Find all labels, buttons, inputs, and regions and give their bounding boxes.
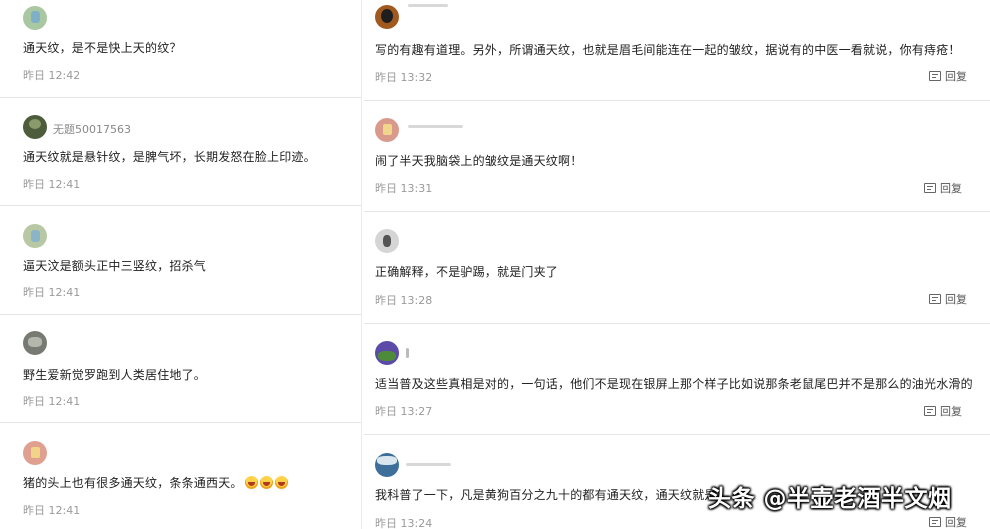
comment-item: 无题50017563 通天纹就是悬针纹，是脾气坏，长期发怒在脸上印迹。 昨日 1… [0,98,361,206]
laughing-face-icon [244,476,258,489]
avatar[interactable] [375,5,399,29]
left-comment-column: 通天纹，是不是快上天的纹？ 昨日 12:42 无题50017563 通天纹就是悬… [0,0,362,529]
comment-text-content: 猪的头上也有很多通天纹，条条通西天。 [23,476,243,490]
reply-button[interactable]: 回复 [924,180,962,196]
avatar[interactable] [23,441,47,465]
comment-text: 野生爱新觉罗跑到人类居住地了。 [23,368,207,382]
comment-text: 适当普及这些真相是对的，一句话，他们不是现在银屏上那个样子比如说那条老鼠尾巴并不… [375,377,973,391]
avatar[interactable] [23,224,47,248]
comment-time: 昨日 12:41 [23,504,81,517]
username-redacted [408,125,463,128]
comment-reply-icon [929,294,941,304]
comment-reply-icon [929,71,941,81]
comment-time: 昨日 12:42 [23,69,81,82]
comment-time: 昨日 13:27 [375,405,433,418]
reply-label: 回复 [940,405,962,418]
reply-label: 回复 [945,293,967,306]
comment-reply-icon [924,183,936,193]
laughing-face-icon [274,476,288,489]
comment-time: 昨日 12:41 [23,286,81,299]
comment-text: 通天纹，是不是快上天的纹？ [23,41,182,55]
comment-time: 昨日 13:32 [375,71,433,84]
username-redacted [406,463,451,466]
comment-item: 闹了半天我脑袋上的皱纹是通天纹啊！ 昨日 13:31 回复 [364,101,990,212]
avatar[interactable] [375,341,399,365]
username-redacted [406,348,409,358]
comment-item: 逼天汶是额头正中三竖纹，招杀气 昨日 12:41 [0,206,361,315]
comment-username[interactable]: 无题50017563 [53,121,131,137]
laughing-face-icon [259,476,273,489]
avatar[interactable] [375,229,399,253]
watermark: 头条 @半壶老酒半文烟 [708,486,952,512]
comment-reply-icon [924,406,936,416]
comment-item: 写的有趣有道理。另外，所谓通天纹，也就是眉毛间能连在一起的皱纹，据说有的中医一看… [364,0,990,101]
reply-label: 回复 [940,182,962,195]
reply-button[interactable]: 回复 [929,68,967,84]
reply-button[interactable]: 回复 [924,403,962,419]
comment-time: 昨日 13:28 [375,294,433,307]
avatar[interactable] [23,331,47,355]
comment-item: 正确解释，不是驴踢，就是门夹了 昨日 13:28 回复 [364,212,990,324]
avatar[interactable] [23,115,47,139]
comment-item: 适当普及这些真相是对的，一句话，他们不是现在银屏上那个样子比如说那条老鼠尾巴并不… [364,324,990,435]
comment-text: 我科普了一下，凡是黄狗百分之九十的都有通天纹，通天纹就是 [375,488,717,502]
username-redacted [408,4,448,7]
comment-item: 猪的头上也有很多通天纹，条条通西天。 昨日 12:41 [0,423,361,529]
comment-text: 逼天汶是额头正中三竖纹，招杀气 [23,259,207,273]
avatar[interactable] [375,118,399,142]
comment-text: 闹了半天我脑袋上的皱纹是通天纹啊！ [375,154,583,168]
comment-text: 通天纹就是悬针纹，是脾气坏，长期发怒在脸上印迹。 [23,150,316,164]
right-comment-column: 写的有趣有道理。另外，所谓通天纹，也就是眉毛间能连在一起的皱纹，据说有的中医一看… [364,0,990,529]
comment-text: 猪的头上也有很多通天纹，条条通西天。 [23,474,288,491]
comment-time: 昨日 12:41 [23,178,81,191]
comment-text: 正确解释，不是驴踢，就是门夹了 [375,265,559,279]
avatar[interactable] [23,6,47,30]
reply-button[interactable]: 回复 [929,514,967,529]
comment-text: 写的有趣有道理。另外，所谓通天纹，也就是眉毛间能连在一起的皱纹，据说有的中医一看… [375,43,961,57]
comment-item: 野生爱新觉罗跑到人类居住地了。 昨日 12:41 [0,315,361,423]
avatar[interactable] [375,453,399,477]
comment-time: 昨日 13:31 [375,182,433,195]
comment-time: 昨日 12:41 [23,395,81,408]
comment-time: 昨日 13:24 [375,517,433,529]
comment-item: 通天纹，是不是快上天的纹？ 昨日 12:42 [0,0,361,98]
reply-label: 回复 [945,516,967,529]
comment-reply-icon [929,517,941,527]
reply-label: 回复 [945,70,967,83]
reply-button[interactable]: 回复 [929,291,967,307]
